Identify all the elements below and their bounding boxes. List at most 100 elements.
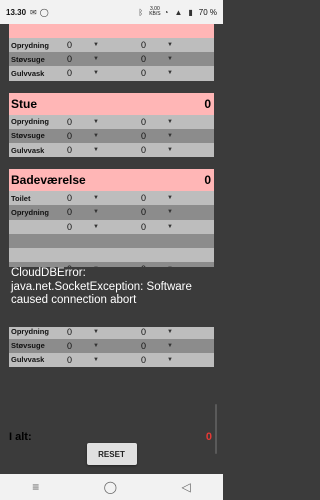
dropdown-arrow-icon: ▼ [167,223,173,230]
status-time: 13.30 [6,7,27,17]
task-spinner-second[interactable]: 0▼ [139,131,199,141]
task-spinner-first[interactable]: 0▼ [65,341,139,351]
dropdown-arrow-icon: ▼ [167,70,173,77]
task-row: Oprydning 0 ▼ 0 ▼ [9,38,214,53]
home-icon[interactable]: ◯ [104,480,117,494]
back-icon[interactable]: ◁ [182,480,191,494]
task-spinner-first[interactable]: 0▼ [65,54,139,64]
task-spinner-first[interactable]: 0▼ [65,193,139,203]
task-label: Gulvvask [11,355,45,365]
spinner-value: 0 [141,116,147,127]
task-label: Gulvvask [11,145,45,155]
dropdown-arrow-icon: ▼ [93,195,99,202]
status-bar: 13.30 ✉ ◯ ᛒ 3,00 KB/S ◔ ▲ ▮ 70 % [0,0,223,24]
task-spinner-second[interactable]: 0▼ [139,145,199,155]
dropdown-arrow-icon: ▼ [167,118,173,125]
spinner-value: 0 [141,354,147,365]
spinner-value: 0 [141,40,147,51]
network-speed-unit: KB/S [149,11,161,17]
task-spinner-second[interactable]: 0▼ [139,117,199,127]
dropdown-arrow-icon: ▼ [93,56,99,63]
room-title: Stue [11,96,38,111]
spinner-value: 0 [67,221,73,232]
task-row: Støvsuge 0▼0▼ [9,52,214,67]
room-section: Oprydning 0 ▼ 0 ▼ Støvsuge 0 ▼ 0 ▼ Gulvvask 0 ▼ 0 ▼ [9,24,214,81]
room-title: Badeværelse [11,173,86,188]
task-row: Støvsuge0▼0▼ [9,128,214,143]
reset-area: RESET [0,440,223,468]
room-header [9,24,214,38]
task-spinner-first[interactable]: 0▼ [65,117,139,127]
dropdown-arrow-icon: ▼ [167,147,173,154]
dropdown-arrow-icon: ▼ [167,209,173,216]
task-label: Oprydning [11,40,49,50]
task-spinner-second[interactable]: 0▼ [139,222,199,232]
task-spinner-second[interactable]: 0▼ [139,341,199,351]
task-spinner-first[interactable]: 0▼ [65,131,139,141]
task-row: Toilet 0 ▼ 0 ▼ [9,191,214,206]
spinner-value: 0 [67,354,73,365]
task-spinner-second[interactable]: 0▼ [139,68,199,78]
task-label: Støvsuge [11,54,45,64]
task-spinner-first[interactable]: 0▼ [65,207,139,217]
notification-icon: ✉ [30,7,37,17]
task-row: 0 ▼ 0 ▼ [9,219,214,234]
battery-icon: ▮ [188,7,193,17]
dropdown-arrow-icon: ▼ [167,42,173,49]
wifi-icon: ◔ [163,7,169,17]
spinner-value: 0 [67,207,73,218]
task-spinner-first[interactable]: 0▼ [65,222,139,232]
task-spinner-second[interactable]: 0▼ [139,355,199,365]
task-row: Støvsuge0▼0▼ [9,338,214,353]
recent-apps-icon[interactable]: ≡ [32,480,39,494]
dropdown-arrow-icon: ▼ [167,328,173,335]
room-total: 0 [204,96,211,111]
spinner-value: 0 [67,340,73,351]
task-spinner-second[interactable]: 0▼ [139,193,199,203]
task-label: Toilet [11,193,31,203]
spinner-value: 0 [141,68,147,79]
spinner-value: 0 [67,130,73,141]
task-row: Oprydning 0 ▼ 0 ▼ [9,205,214,220]
task-spinner-first[interactable]: 0▼ [65,355,139,365]
spinner-value: 0 [141,340,147,351]
navigation-bar: ≡ ◯ ◁ [0,474,223,500]
task-spinner-first[interactable]: 0▼ [65,327,139,337]
task-spinner-second[interactable]: 0▼ [139,207,199,217]
spinner-value: 0 [141,193,147,204]
dropdown-arrow-icon: ▼ [93,132,99,139]
task-label: Gulvvask [11,68,45,78]
task-row: Gulvvask 0▼0▼ [9,142,214,158]
signal-icon: ▲ [174,7,183,17]
dropdown-arrow-icon: ▼ [93,328,99,335]
dropdown-arrow-icon: ▼ [167,195,173,202]
error-toast: CloudDBError: java.net.SocketException: … [9,267,214,327]
task-spinner-second[interactable]: 0▼ [139,54,199,64]
spinner-value: 0 [141,207,147,218]
room-list[interactable]: Oprydning 0 ▼ 0 ▼ Støvsuge 0 ▼ 0 ▼ Gulvvask 0 ▼ 0 ▼ Stu… [0,24,223,467]
room-header: Badeværelse 0 [9,169,214,192]
task-row: Gulvvask0▼0▼ [9,66,214,81]
network-speed: 3,00 KB/S [149,7,160,17]
task-spinner-second[interactable]: 0▼ [139,40,199,50]
dropdown-arrow-icon: ▼ [93,118,99,125]
dropdown-arrow-icon: ▼ [167,56,173,63]
reset-button[interactable]: RESET [86,443,137,465]
task-spinner-first[interactable]: 0▼ [65,68,139,78]
dropdown-arrow-icon: ▼ [93,223,99,230]
task-spinner-second[interactable]: 0▼ [139,327,199,337]
dropdown-arrow-icon: ▼ [167,342,173,349]
spinner-value: 0 [67,116,73,127]
spinner-value: 0 [141,130,147,141]
bluetooth-icon: ᛒ [138,7,144,17]
dropdown-arrow-icon: ▼ [93,356,99,363]
task-spinner-first[interactable]: 0▼ [65,145,139,155]
battery-level: 70 % [198,7,217,17]
status-right: ᛒ 3,00 KB/S ◔ ▲ ▮ 70 % [138,7,217,17]
dropdown-arrow-icon: ▼ [93,147,99,154]
task-spinner-first[interactable]: 0▼ [65,40,139,50]
task-row [9,233,214,248]
spinner-value: 0 [141,221,147,232]
task-label: Oprydning [11,117,49,127]
task-row [9,247,214,263]
